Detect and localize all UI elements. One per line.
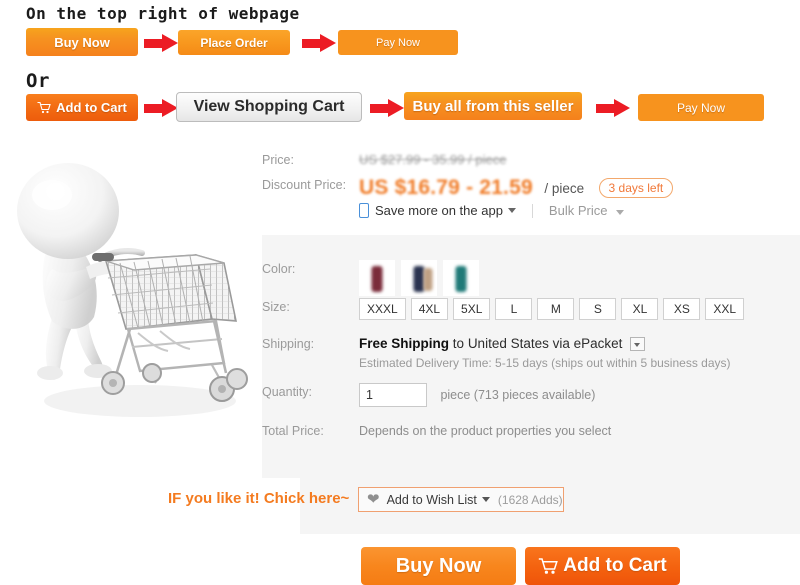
shopping-cart-icon [538,557,559,575]
add-to-cart-button-step[interactable]: Add to Cart [26,94,138,121]
view-shopping-cart-button-step[interactable]: View Shopping Cart [176,92,362,122]
size-option[interactable]: S [579,298,617,320]
buy-now-button[interactable]: Buy Now [361,547,516,585]
buy-now-button-step[interactable]: Buy Now [26,28,138,56]
wishlist-count: (1628 Adds) [497,492,563,507]
place-order-button-step[interactable]: Place Order [178,30,290,55]
wishlist-hint-text: IF you like it! Chick here~ [168,490,350,507]
buy-all-from-seller-button-step[interactable]: Buy all from this seller [404,92,582,120]
total-price-row: Total Price: Depends on the product prop… [262,422,800,439]
instruction-heading-or: Or [26,70,50,92]
discount-price-label: Discount Price: [262,178,347,192]
shipping-dropdown-icon[interactable] [630,337,646,352]
shipping-summary: Free Shipping to United States via ePack… [359,335,800,353]
chevron-down-icon [616,210,625,215]
price-row: Price: US $27.99 - 35.99 / piece [262,151,800,169]
shipping-label: Shipping: [262,337,315,351]
product-hero-image: aliexpress [0,133,262,534]
quantity-input[interactable] [359,383,427,407]
right-arrow-icon [144,34,180,52]
color-swatch-navy[interactable] [401,260,437,296]
product-detail-panel: Price: US $27.99 - 35.99 / piece Discoun… [262,133,800,585]
size-row: Size: XXXL 4XL 5XL L M S XL XS XXL [262,298,800,320]
free-shipping-text: Free Shipping [359,336,450,351]
color-swatch-list [359,260,800,296]
chevron-down-icon[interactable] [481,497,490,502]
days-left-badge: 3 days left [598,178,674,198]
add-to-cart-step-label: Add to Cart [56,100,127,115]
size-option-list: XXXL 4XL 5XL L M S XL XS XXL [359,298,800,320]
price-unit: / piece [544,180,585,196]
shipping-destination: United States via ePacket [467,336,623,351]
size-option[interactable]: XL [621,298,659,320]
divider [531,203,533,218]
price-links-row: Save more on the app Bulk Price [359,203,625,218]
quantity-row: Quantity: piece (713 pieces available) [262,383,800,407]
discount-price-value: US $16.79 - 21.59 [359,176,533,199]
size-option[interactable]: 5XL [453,298,491,320]
color-row: Color: [262,260,800,296]
shipping-row: Shipping: Free Shipping to United States… [262,335,800,370]
size-option[interactable]: XXL [705,298,745,320]
add-to-cart-button[interactable]: Add to Cart [525,547,680,585]
size-option[interactable]: XXXL [359,298,406,320]
quantity-label: Quantity: [262,385,313,399]
chevron-down-icon[interactable] [507,208,516,213]
size-option[interactable]: 4XL [410,298,449,320]
original-price: US $27.99 - 35.99 / piece [359,152,507,167]
mannequin-cart-illustration [17,163,248,417]
bulk-price-link[interactable]: Bulk Price [548,203,625,218]
size-label: Size: [262,300,290,314]
size-option[interactable]: XS [663,298,701,320]
color-label: Color: [262,262,296,276]
shopping-cart-icon [37,101,51,114]
shipping-to-text: to [452,336,465,351]
add-to-wish-list-button[interactable]: ❤ Add to Wish List (1628 Adds) [358,487,564,512]
instruction-heading-top: On the top right of webpage [26,4,300,23]
delivery-estimate: Estimated Delivery Time: 5-15 days (ship… [359,356,731,370]
wishlist-label: Add to Wish List [386,492,477,507]
right-arrow-icon [370,99,406,117]
save-on-app-link[interactable]: Save more on the app [375,203,503,218]
right-arrow-icon [596,99,632,117]
pay-now-button-step-2[interactable]: Pay Now [638,94,764,121]
color-swatch-burgundy[interactable] [359,260,395,296]
instruction-banner: On the top right of webpage Buy Now Plac… [0,0,800,133]
right-arrow-icon [302,34,338,52]
pay-now-button-step[interactable]: Pay Now [338,30,458,55]
mobile-phone-icon [359,203,369,218]
discount-price-row: Discount Price: US $16.79 - 21.59 / piec… [262,176,800,200]
size-option[interactable]: L [495,298,533,320]
add-to-cart-label: Add to Cart [563,555,667,576]
stock-note: piece (713 pieces available) [440,388,596,402]
price-label: Price: [262,153,294,167]
total-price-note: Depends on the product properties you se… [359,424,612,438]
bulk-price-label: Bulk Price [548,203,608,218]
total-price-label: Total Price: [262,424,324,438]
heart-icon: ❤ [367,491,380,508]
size-option[interactable]: M [537,298,575,320]
right-arrow-icon [144,99,180,117]
color-swatch-teal[interactable] [443,260,479,296]
